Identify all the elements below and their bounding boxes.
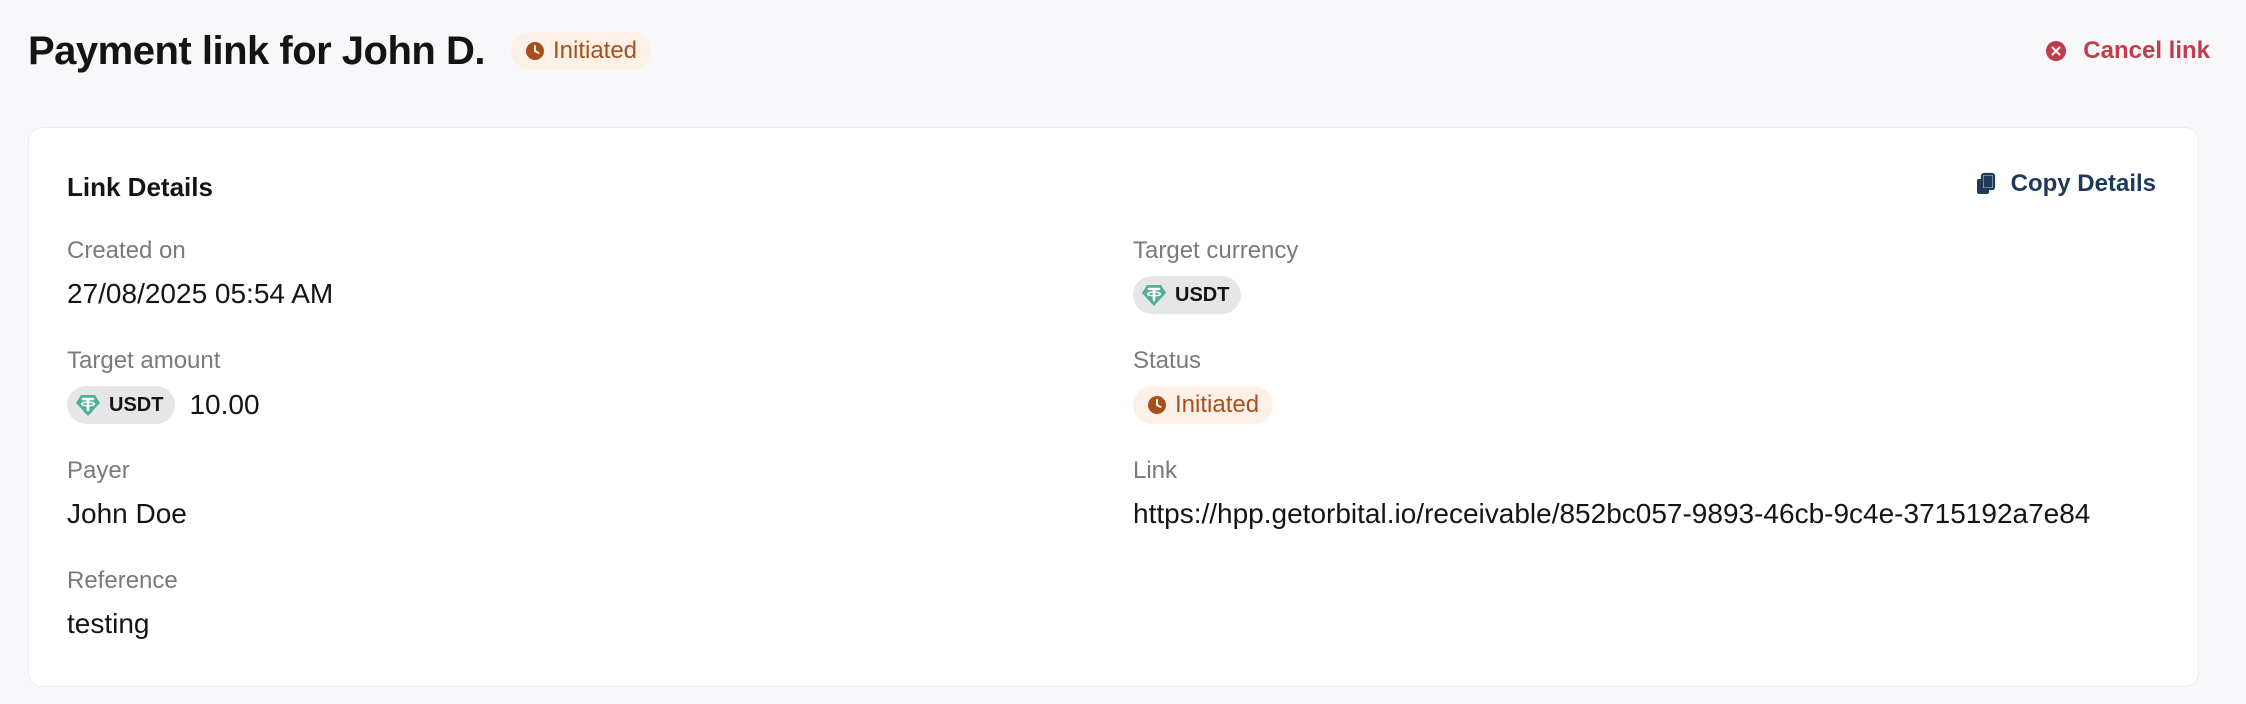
reference-field: Reference testing <box>67 566 178 642</box>
status-badge: Initiated <box>510 32 652 70</box>
copy-details-button[interactable]: Copy Details <box>1975 170 2156 198</box>
reference-value: testing <box>67 608 150 639</box>
clock-icon <box>1148 396 1166 414</box>
currency-chip: USDT <box>1133 276 1242 314</box>
reference-label: Reference <box>67 567 178 594</box>
target-currency-label: Target currency <box>1133 237 1299 264</box>
tether-icon <box>76 395 100 416</box>
status-label: Status <box>1133 347 1202 374</box>
status-badge: Initiated <box>1133 386 1274 424</box>
target-amount-field: Target amount USDT 10.00 <box>67 346 260 424</box>
currency-code: USDT <box>1175 283 1230 306</box>
x-circle-icon <box>2046 41 2067 61</box>
link-field: Link https://hpp.getorbital.io/receivabl… <box>1133 456 2090 532</box>
page-title: Payment link for John D. <box>28 28 485 73</box>
created-on-label: Created on <box>67 237 186 264</box>
cancel-link-button[interactable]: Cancel link <box>2045 37 2218 65</box>
status-badge-label: Initiated <box>552 37 638 64</box>
link-label: Link <box>1133 457 1178 484</box>
clock-icon <box>525 42 544 60</box>
currency-code: USDT <box>109 393 164 416</box>
link-value[interactable]: https://hpp.getorbital.io/receivable/852… <box>1133 496 2090 532</box>
target-amount-value: 10.00 <box>189 389 260 420</box>
payer-value: John Doe <box>67 498 187 529</box>
created-on-value: 27/08/2025 05:54 AM <box>67 278 334 309</box>
link-details-card: Link Details Copy Details Created on 27/… <box>28 127 2199 687</box>
target-currency-field: Target currency USDT <box>1133 236 1298 314</box>
page-header: Payment link for John D. Initiated Cance… <box>28 22 2218 80</box>
tether-icon <box>1142 285 1166 306</box>
status-field: Status Initiated <box>1133 346 1274 424</box>
status-badge-label: Initiated <box>1175 391 1260 418</box>
cancel-link-label: Cancel link <box>2083 37 2210 64</box>
card-title: Link Details <box>67 172 213 202</box>
payer-field: Payer John Doe <box>67 456 187 532</box>
created-on-field: Created on 27/08/2025 05:54 AM <box>67 236 333 312</box>
copy-icon <box>1976 172 1995 194</box>
target-amount-label: Target amount <box>67 347 221 374</box>
currency-chip: USDT <box>67 386 176 424</box>
payer-label: Payer <box>67 457 130 484</box>
copy-details-label: Copy Details <box>2010 170 2156 197</box>
